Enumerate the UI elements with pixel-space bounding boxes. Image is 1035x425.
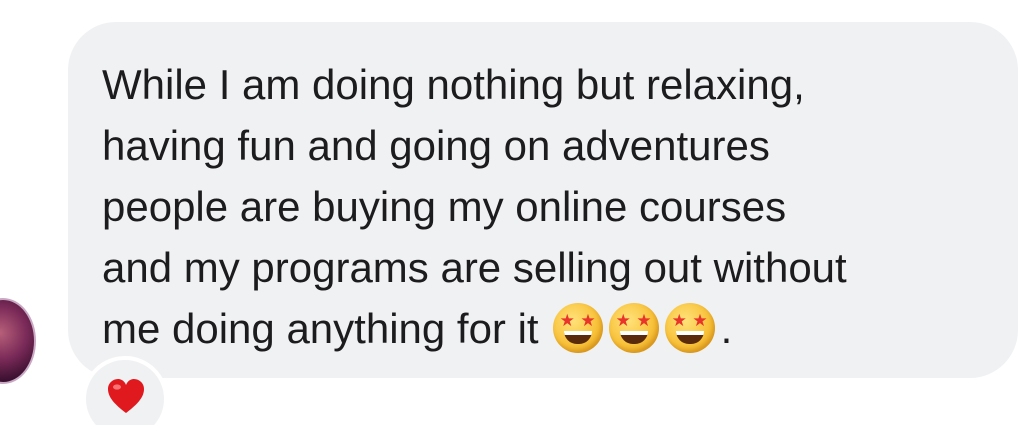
message-line: me doing anything for it [102,305,539,352]
message-line: and my programs are selling out without [102,244,847,291]
star-struck-icon: ★ ★ [664,303,715,353]
sender-avatar[interactable] [0,298,36,384]
message-text: While I am doing nothing but relaxing, h… [102,54,1002,359]
message-line: While I am doing nothing but relaxing, [102,61,805,108]
chat-screen: While I am doing nothing but relaxing, h… [0,0,1035,425]
message-line: having fun and going on adventures [102,122,770,169]
star-struck-icon: ★ ★ [552,303,603,353]
message-line: people are buying my online courses [102,183,787,230]
trailing-period: . [720,305,733,352]
star-struck-icon: ★ ★ [608,303,659,353]
message-last-line: me doing anything for it ★ ★ ★ ★ ★ ★. [102,298,1002,359]
red-heart-icon [108,379,144,413]
